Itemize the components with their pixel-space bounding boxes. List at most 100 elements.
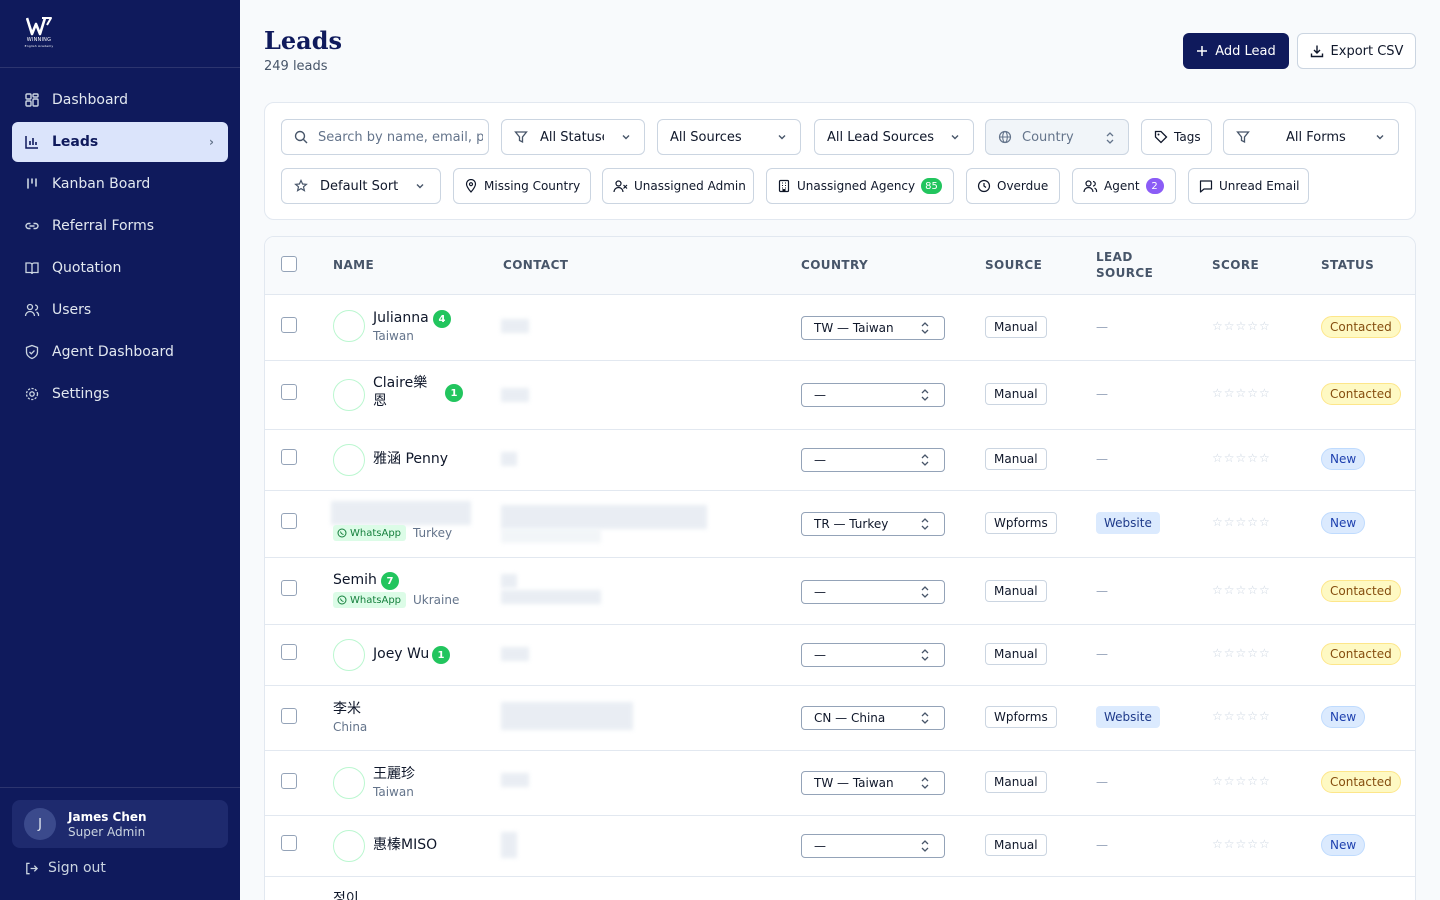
unassigned-agency-chip[interactable]: Unassigned Agency 85 [766, 168, 954, 204]
status-badge[interactable]: Contacted [1321, 771, 1401, 793]
gear-icon [24, 386, 40, 402]
lead-name[interactable]: 王麗珍 [373, 766, 415, 783]
status-badge[interactable]: Contacted [1321, 643, 1401, 665]
row-checkbox[interactable] [281, 708, 297, 724]
lead-name[interactable]: 雅涵 Penny [373, 451, 448, 468]
table-row[interactable]: WhatsApp Turkey TR — Turkey Wpforms Webs… [265, 491, 1415, 558]
table-row[interactable]: 雅涵 Penny — Manual — ☆☆☆☆☆ New [265, 430, 1415, 491]
score-stars[interactable]: ☆☆☆☆☆ [1212, 709, 1271, 723]
country-select[interactable]: TR — Turkey [801, 512, 945, 536]
row-checkbox[interactable] [281, 449, 297, 465]
score-stars[interactable]: ☆☆☆☆☆ [1212, 837, 1271, 851]
up-down-icon [920, 776, 930, 790]
status-badge[interactable]: New [1321, 706, 1366, 728]
sign-out-button[interactable]: Sign out [24, 860, 106, 876]
column-header-contact[interactable]: CONTACT [503, 258, 568, 272]
source-badge: Wpforms [985, 512, 1057, 534]
score-stars[interactable]: ☆☆☆☆☆ [1212, 774, 1271, 788]
table-row[interactable]: 惠榛MISO — Manual — ☆☆☆☆☆ New [265, 816, 1415, 877]
country-select[interactable]: — [801, 580, 945, 604]
status-select[interactable]: All Statuses [501, 119, 645, 155]
column-header-lead-source-line1[interactable]: LEAD [1096, 250, 1133, 264]
column-header-country[interactable]: COUNTRY [801, 258, 868, 272]
row-checkbox[interactable] [281, 513, 297, 529]
brand-logo[interactable]: WINNING English Academy [22, 16, 56, 52]
country-select[interactable]: — [801, 834, 945, 858]
row-checkbox[interactable] [281, 773, 297, 789]
lead-name[interactable]: 惠榛MISO [373, 837, 437, 854]
country-select[interactable]: CN — China [801, 706, 945, 730]
column-header-source[interactable]: SOURCE [985, 258, 1042, 272]
select-all-checkbox[interactable] [281, 256, 297, 272]
agent-chip[interactable]: Agent 2 [1072, 168, 1176, 204]
score-stars[interactable]: ☆☆☆☆☆ [1212, 319, 1271, 333]
lead-sources-select[interactable]: All Lead Sources [814, 119, 974, 155]
row-checkbox[interactable] [281, 580, 297, 596]
table-row[interactable]: Joey Wu 1 — Manual — ☆☆☆☆☆ Contacted [265, 625, 1415, 686]
lead-name-line2[interactable]: 恩 [373, 393, 387, 410]
forms-select[interactable]: All Forms [1223, 119, 1399, 155]
status-badge[interactable]: Contacted [1321, 316, 1401, 338]
row-checkbox[interactable] [281, 644, 297, 660]
country-select[interactable]: TW — Taiwan [801, 316, 945, 340]
sources-select[interactable]: All Sources [657, 119, 801, 155]
column-header-lead-source-line2[interactable]: SOURCE [1096, 266, 1153, 280]
score-stars[interactable]: ☆☆☆☆☆ [1212, 386, 1271, 400]
search-input[interactable] [318, 129, 483, 145]
score-stars[interactable]: ☆☆☆☆☆ [1212, 583, 1271, 597]
unread-email-chip[interactable]: Unread Email [1188, 168, 1309, 204]
country-select[interactable]: — [801, 448, 945, 472]
status-badge[interactable]: New [1321, 834, 1366, 856]
add-lead-button[interactable]: Add Lead [1183, 33, 1289, 69]
sidebar-item-agent-dashboard[interactable]: Agent Dashboard [12, 332, 228, 372]
unassigned-admin-chip[interactable]: Unassigned Admin [602, 168, 754, 204]
sidebar-item-settings[interactable]: Settings [12, 374, 228, 414]
column-header-status[interactable]: STATUS [1321, 258, 1374, 272]
country-select[interactable]: — [801, 643, 945, 667]
status-badge[interactable]: New [1321, 448, 1366, 470]
status-badge[interactable]: Contacted [1321, 580, 1401, 602]
row-checkbox[interactable] [281, 835, 297, 851]
overdue-chip[interactable]: Overdue [966, 168, 1060, 204]
whatsapp-label: WhatsApp [350, 527, 402, 539]
status-badge[interactable]: New [1321, 512, 1366, 534]
column-header-name[interactable]: NAME [333, 258, 374, 272]
table-row[interactable]: Julianna 4 Taiwan TW — Taiwan Manual — ☆… [265, 295, 1415, 361]
lead-name[interactable]: 정이 [333, 891, 359, 900]
score-stars[interactable]: ☆☆☆☆☆ [1212, 646, 1271, 660]
lead-name[interactable]: Semih [333, 572, 377, 589]
source-badge: Wpforms [985, 706, 1057, 728]
score-stars[interactable]: ☆☆☆☆☆ [1212, 451, 1271, 465]
country-select[interactable]: — [801, 383, 945, 407]
table-row[interactable]: 李米 China CN — China Wpforms Website ☆☆☆☆… [265, 686, 1415, 751]
table-row[interactable]: 王麗珍 Taiwan TW — Taiwan Manual — ☆☆☆☆☆ Co… [265, 751, 1415, 816]
export-csv-button[interactable]: Export CSV [1297, 33, 1416, 69]
search-field[interactable] [281, 119, 489, 155]
table-row[interactable]: 정이 [265, 877, 1415, 900]
tags-filter-button[interactable]: Tags [1141, 119, 1212, 155]
lead-name[interactable]: Julianna [373, 310, 429, 327]
sidebar-item-users[interactable]: Users [12, 290, 228, 330]
leads-table: NAME CONTACT COUNTRY SOURCE LEAD SOURCE … [264, 236, 1416, 900]
row-checkbox[interactable] [281, 384, 297, 400]
missing-country-chip[interactable]: Missing Country [453, 168, 591, 204]
lead-name[interactable]: 李米 [333, 701, 361, 718]
avatar [333, 767, 365, 799]
table-row[interactable]: Semih 7 WhatsApp Ukraine — Manual — ☆☆☆☆… [265, 558, 1415, 625]
column-header-score[interactable]: SCORE [1212, 258, 1259, 272]
row-checkbox[interactable] [281, 317, 297, 333]
status-badge[interactable]: Contacted [1321, 383, 1401, 405]
sidebar-item-quotation[interactable]: Quotation [12, 248, 228, 288]
sidebar-item-kanban-board[interactable]: Kanban Board [12, 164, 228, 204]
user-profile-card[interactable]: J James Chen Super Admin [12, 800, 228, 848]
country-select[interactable]: TW — Taiwan [801, 771, 945, 795]
sort-select[interactable]: Default Sort [281, 168, 441, 204]
table-row[interactable]: Claire樂 恩 1 — Manual — ☆☆☆☆☆ Contacted [265, 361, 1415, 430]
lead-name-line1[interactable]: Claire樂 [373, 375, 427, 392]
sidebar-item-referral-forms[interactable]: Referral Forms [12, 206, 228, 246]
score-stars[interactable]: ☆☆☆☆☆ [1212, 515, 1271, 529]
sidebar-item-dashboard[interactable]: Dashboard [12, 80, 228, 120]
lead-name[interactable]: Joey Wu [373, 646, 429, 663]
sidebar-item-leads[interactable]: Leads › [12, 122, 228, 162]
country-select[interactable]: Country [985, 119, 1129, 155]
